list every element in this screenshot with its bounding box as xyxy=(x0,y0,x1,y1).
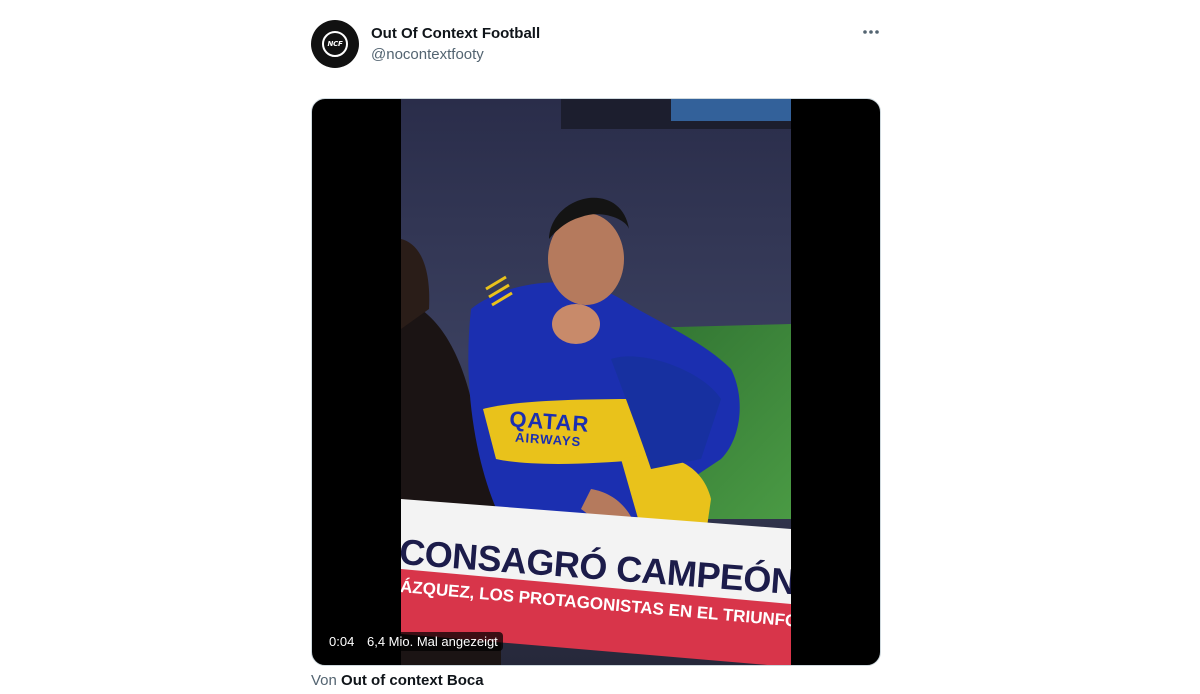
avatar-logo: NCF xyxy=(322,31,348,57)
attribution-source-link[interactable]: Out of context Boca xyxy=(341,672,484,689)
shirt-sponsor: QATAR AIRWAYS xyxy=(508,406,591,449)
author-name[interactable]: Out Of Context Football xyxy=(371,25,540,42)
video-attribution: Von Out of context Boca xyxy=(311,672,484,689)
more-options-button[interactable] xyxy=(861,22,881,42)
video-elapsed-time: 0:04 xyxy=(324,632,360,651)
more-dots-icon xyxy=(863,30,879,34)
avatar[interactable]: NCF xyxy=(311,20,359,68)
video-player[interactable]: QATAR AIRWAYS CONSAGRÓ CAMPEÓN DE LA CO … xyxy=(311,98,881,666)
tweet-header: NCF Out Of Context Football @nocontextfo… xyxy=(311,18,881,78)
author-handle[interactable]: @nocontextfooty xyxy=(371,46,484,63)
video-frame[interactable]: QATAR AIRWAYS CONSAGRÓ CAMPEÓN DE LA CO … xyxy=(401,99,791,665)
video-view-count: 6,4 Mio. Mal angezeigt xyxy=(362,632,503,651)
tweet-card: NCF Out Of Context Football @nocontextfo… xyxy=(311,18,881,689)
attribution-prefix: Von xyxy=(311,672,337,689)
